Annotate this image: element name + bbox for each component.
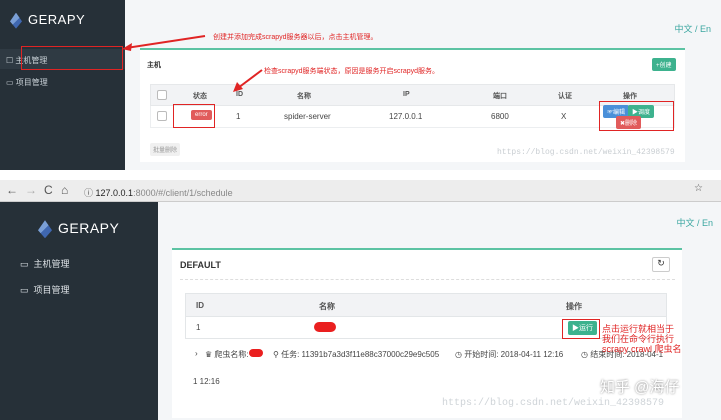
annotation-status: 检查scrapyd服务端状态，原因是服务开启scrapyd服务。	[264, 68, 440, 75]
annotation-create: 创建并添加完成scrapyd服务器以后，点击主机管理。	[213, 34, 378, 41]
url-bar[interactable]: ⓘ 127.0.0.1:8000/#/client/1/schedule	[84, 184, 684, 199]
back-icon[interactable]: ←	[6, 183, 18, 197]
expand-chevron-icon[interactable]: ›	[195, 349, 198, 358]
divider	[180, 279, 675, 280]
sidebar-item-project-management[interactable]: ▭ 项目管理	[20, 283, 70, 296]
diamond-logo-icon	[38, 220, 52, 239]
redacted-name	[314, 322, 336, 332]
bookmark-star-icon[interactable]: ☆	[694, 183, 703, 194]
redacted-spider-name	[249, 349, 263, 357]
annotation-run: 点击运行就相当于我们在命令行执行scrapy crawl 爬虫名	[602, 324, 682, 354]
info-icon: ⓘ	[84, 188, 96, 198]
forward-icon[interactable]: →	[25, 183, 37, 197]
top-screenshot: GERAPY ☐ 主机管理 ▭ 项目管理 中文 / En 主机 +创建 状态 I…	[0, 0, 721, 170]
sidebar-item-host-management[interactable]: ▭ 主机管理	[20, 257, 70, 270]
home-icon[interactable]: ⌂	[61, 183, 68, 197]
language-switch[interactable]: 中文 / En	[676, 216, 713, 229]
zhihu-watermark: 知乎 @海仔	[600, 379, 680, 396]
app-logo: GERAPY	[38, 220, 119, 239]
refresh-icon[interactable]: ↻	[652, 257, 670, 272]
end-time-tail: 1 12:16	[193, 377, 220, 386]
browser-toolbar: ← → C ⌂ ⓘ 127.0.0.1:8000/#/client/1/sche…	[0, 180, 721, 202]
bottom-screenshot: ← → C ⌂ ⓘ 127.0.0.1:8000/#/client/1/sche…	[0, 180, 721, 420]
watermark: https://blog.csdn.net/weixin_42398579	[497, 148, 675, 157]
table-header: ID 名称 操作	[185, 293, 667, 317]
card-title: DEFAULT	[180, 260, 221, 270]
reload-icon[interactable]: C	[44, 183, 53, 197]
annotation-arrows	[122, 35, 263, 92]
csdn-watermark: https://blog.csdn.net/weixin_42398579	[442, 398, 665, 409]
highlight-run-box	[562, 319, 600, 339]
spider-detail-row: › ♛ 爬虫名称: ⚲ 任务: 11391b7a3d3f11e88c37000c…	[195, 349, 664, 359]
